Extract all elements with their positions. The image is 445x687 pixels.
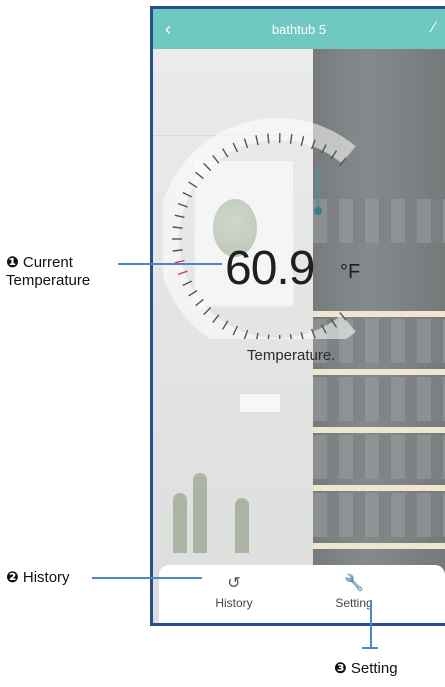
tab-setting-label: Setting [335, 596, 373, 610]
callout-line [118, 263, 222, 265]
temperature-unit: °F [340, 261, 361, 283]
callout-text: Current [22, 254, 73, 271]
app-header: ‹ bathtub 5 ∕ [153, 9, 445, 49]
callout-text: History [22, 569, 70, 586]
callout-line [92, 577, 202, 579]
tab-setting[interactable]: 🔧 Setting [304, 573, 404, 610]
callout-line [362, 647, 378, 649]
callout-text: Setting [350, 660, 398, 677]
wrench-icon: 🔧 [344, 575, 364, 592]
callout-history: ❷ History [6, 569, 70, 587]
temperature-gauge [163, 118, 356, 339]
pencil-icon[interactable]: ∕ [432, 19, 435, 36]
device-title: bathtub 5 [271, 22, 327, 37]
current-temperature-value: 60.9 [225, 242, 315, 295]
gauge-ring [163, 118, 356, 339]
temperature-label: Temperature. [247, 347, 336, 364]
history-icon: ↺ [227, 575, 241, 592]
gauge-tick [267, 133, 270, 144]
callout-number: ❷ [6, 569, 19, 586]
callout-line [370, 600, 372, 648]
callout-text: Temperature [6, 272, 91, 289]
callout-number: ❶ [6, 254, 19, 271]
gauge-tick [267, 334, 270, 339]
phone-screen: ‹ bathtub 5 ∕ 60.9 °F Temperature. ↺ His… [150, 6, 445, 626]
bottom-tab-bar: ↺ History 🔧 Setting [159, 565, 445, 623]
tab-history-label: History [215, 596, 253, 610]
callout-setting: ❸ Setting [334, 660, 398, 678]
callout-number: ❸ [334, 660, 347, 677]
gauge-tick [289, 334, 292, 339]
callout-current-temperature: ❶ Current Temperature [6, 254, 90, 290]
gauge-pointer-dot [314, 207, 322, 215]
